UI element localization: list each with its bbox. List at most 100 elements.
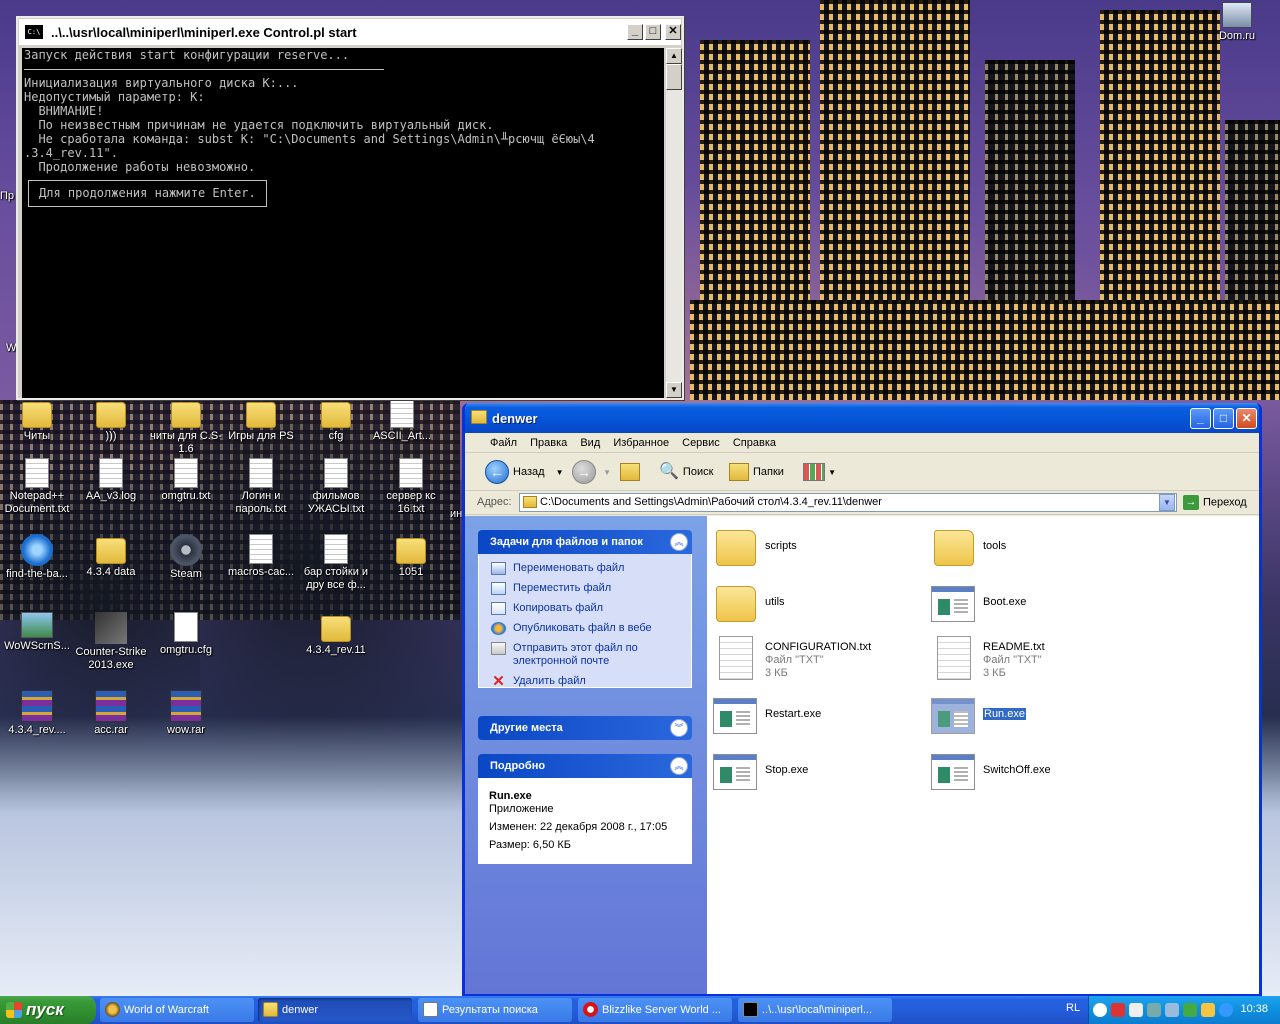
file-view[interactable]: scripts tools utils Boot.exe CONFIGURATI… [707,516,1259,994]
desktop-icon-document[interactable]: Логин и пароль.txt [224,458,298,516]
desktop-icon-folder[interactable]: читы для C.S-1.6 [149,398,223,456]
desktop-icon-document[interactable]: macros-cac... [224,534,298,579]
desktop-icon-folder[interactable]: cfg [299,398,373,443]
scroll-up-arrow-icon[interactable]: ▲ [666,48,682,64]
desktop-icon-folder[interactable]: ))) [74,398,148,443]
desktop-icon-document[interactable]: AA_v3.log [74,458,148,503]
panel-header[interactable]: Задачи для файлов и папок ︽ [478,530,692,554]
file-item-folder[interactable]: tools [931,522,1145,570]
desktop-icon-document[interactable]: omgtru.txt [149,458,223,503]
task-email[interactable]: Отправить этот файл по электронной почте [489,642,681,668]
file-item-exe-selected[interactable]: Run.exe [931,690,1145,738]
dropdown-arrow-icon[interactable]: ▼ [556,468,564,477]
file-item-exe[interactable]: Restart.exe [713,690,927,738]
file-item-folder[interactable]: scripts [713,522,927,570]
desktop-icon-document[interactable]: ASCII_Art... [365,398,439,443]
tray-update-icon[interactable] [1219,1003,1233,1017]
address-input[interactable]: C:\Documents and Settings\Admin\Рабочий … [519,493,1177,512]
language-indicator[interactable]: RL [1066,1002,1080,1014]
tray-messenger-icon[interactable] [1111,1003,1125,1017]
taskbar-button-wow[interactable]: World of Warcraft [100,998,254,1022]
tray-sync-icon[interactable] [1183,1003,1197,1017]
taskbar-button-opera[interactable]: Blizzlike Server World ... [578,998,732,1022]
console-title-bar[interactable]: C:\ ..\..\usr\local\miniperl\miniperl.ex… [18,18,682,46]
folders-button[interactable]: Папки [729,460,784,484]
collapse-chevron-icon[interactable]: ︽ [670,757,688,775]
task-copy[interactable]: Копировать файл [489,602,681,615]
desktop-icon-steam[interactable]: Steam [149,534,223,581]
file-item-exe[interactable]: Boot.exe [931,578,1145,626]
start-button[interactable]: пуск [0,996,96,1024]
desktop-icon-folder[interactable]: 4.3.4 data [74,534,148,579]
views-button[interactable]: ▼ [803,460,836,484]
panel-header[interactable]: Другие места ︾ [478,716,692,740]
search-button[interactable]: 🔍 Поиск [659,460,713,484]
desktop-icon-document[interactable]: фильмов УЖАСЫ.txt [299,458,373,516]
minimize-button[interactable]: _ [1190,408,1211,429]
task-publish-web[interactable]: Опубликовать файл в вебе [489,622,681,635]
desktop-icon-folder[interactable]: Читы [0,398,74,443]
scroll-down-arrow-icon[interactable]: ▼ [666,382,682,398]
explorer-window[interactable]: denwer _ □ ✕ Файл Правка Вид Избранное С… [462,403,1262,997]
desktop-icon-folder[interactable]: Игры для PS [224,398,298,443]
file-item-txt[interactable]: CONFIGURATION.txt Файл "TXT" 3 КБ [713,634,927,682]
go-button[interactable]: → Переход [1183,495,1247,510]
panel-header[interactable]: Подробно ︽ [478,754,692,778]
tray-window-icon[interactable] [1129,1003,1143,1017]
collapse-chevron-icon[interactable]: ︽ [670,533,688,551]
desktop-icon-counter-strike[interactable]: Counter-Strike 2013.exe [74,612,148,672]
task-delete[interactable]: ✕ Удалить файл [489,674,681,689]
forward-button[interactable]: → ▼ [572,460,611,485]
file-item-exe[interactable]: Stop.exe [713,746,927,794]
desktop-icon-document[interactable]: сервер кс 16.txt [374,458,448,516]
expand-chevron-icon[interactable]: ︾ [670,719,688,737]
menu-tools[interactable]: Сервис [677,433,725,453]
minimize-button[interactable]: _ [627,24,643,40]
desktop-icon-cfg[interactable]: omgtru.cfg [149,612,223,657]
clock[interactable]: 10:38 [1240,1003,1268,1015]
menu-help[interactable]: Справка [728,433,781,453]
task-rename[interactable]: Переименовать файл [489,562,681,575]
maximize-button[interactable]: □ [1213,408,1234,429]
back-button[interactable]: ← Назад ▼ [485,460,564,485]
maximize-button[interactable]: □ [645,24,661,40]
console-scrollbar[interactable]: ▲ ▼ [666,48,682,398]
taskbar-button-search-results[interactable]: Результаты поиска [418,998,572,1022]
console-window[interactable]: C:\ ..\..\usr\local\miniperl\miniperl.ex… [16,16,684,400]
menu-view[interactable]: Вид [575,433,605,453]
desktop-icon-folder[interactable]: 4.3.4_rev.11 [299,612,373,657]
taskbar-button-denwer[interactable]: denwer [258,998,412,1022]
file-item-exe[interactable]: SwitchOff.exe [931,746,1145,794]
explorer-title-bar[interactable]: denwer _ □ ✕ [465,403,1259,433]
file-item-folder[interactable]: utils [713,578,927,626]
desktop-icon-rar[interactable]: 4.3.4_rev.... [0,690,74,737]
address-dropdown-icon[interactable]: ▼ [1159,494,1175,511]
file-item-txt[interactable]: README.txt Файл "TXT" 3 КБ [931,634,1145,682]
tray-network-icon[interactable] [1147,1003,1161,1017]
desktop-icon-image[interactable]: WoWScrnS... [0,612,74,653]
desktop-icon-shortcut[interactable]: find-the-ba... [0,534,74,581]
tray-arrow-icon[interactable] [1093,1003,1107,1017]
desktop-icon-label: 4.3.4_rev.11 [306,644,366,656]
dropdown-arrow-icon[interactable]: ▼ [828,468,836,477]
desktop-icon-rar[interactable]: wow.rar [149,690,223,737]
dropdown-arrow-icon[interactable]: ▼ [603,468,611,477]
up-folder-button[interactable] [620,460,640,484]
close-button[interactable]: ✕ [1236,408,1257,429]
desktop-icon-rar[interactable]: acc.rar [74,690,148,737]
console-output[interactable]: Запуск действия start конфигурации reser… [22,48,664,398]
desktop-icon-folder[interactable]: 1051 [374,534,448,579]
desktop-icon-document[interactable]: бар стойки и дру все ф... [299,534,373,592]
menu-file[interactable]: Файл [485,433,522,453]
taskbar-button-console[interactable]: ..\..\usr\local\miniperl... [738,998,892,1022]
desktop-icon-label: ASCII_Art... [372,430,432,442]
tray-shield-icon[interactable] [1201,1003,1215,1017]
task-move[interactable]: Переместить файл [489,582,681,595]
desktop-icon-network[interactable]: Dom.ru [1200,2,1274,43]
menu-favorites[interactable]: Избранное [608,433,674,453]
scroll-thumb[interactable] [666,64,682,90]
close-button[interactable]: ✕ [665,24,681,40]
menu-edit[interactable]: Правка [525,433,572,453]
desktop-icon-document[interactable]: Notepad++ Document.txt [0,458,74,516]
tray-monitor-icon[interactable] [1165,1003,1179,1017]
